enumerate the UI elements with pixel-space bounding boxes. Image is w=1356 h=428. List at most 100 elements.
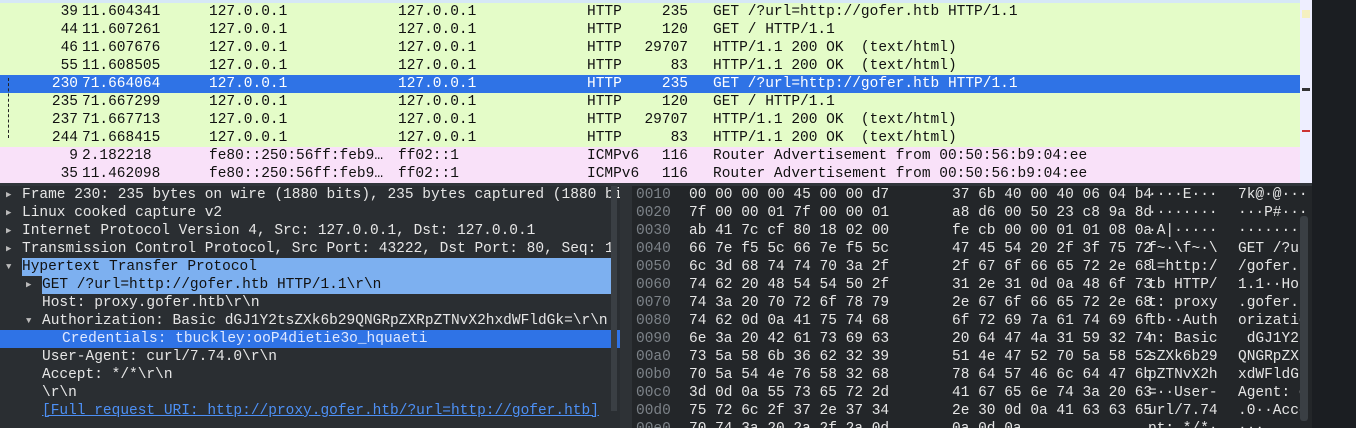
ascii-bytes: l=http:/ [1148,259,1218,275]
detail-tree-item[interactable]: ▶ Transmission Control Protocol, Src Port… [0,240,620,258]
hex-bytes: 78 64 57 46 6c 64 47 6b [952,367,1153,383]
ascii-bytes: Agent: c [1238,385,1308,401]
packet-number: 244 [51,130,78,146]
expanded-arrow-icon[interactable]: ▼ [26,312,31,330]
packet-time: 11.607261 [82,22,161,38]
hex-bytes: ab 41 7c cf 80 18 02 00 [689,223,890,239]
hex-offset: 00d0 [636,403,671,419]
packet-source: 127.0.0.1 [209,4,288,20]
hex-offset: 0010 [636,187,671,203]
hex-bytes: 74 3a 20 70 72 6f 78 79 [689,295,890,311]
detail-tree-item[interactable]: \r\n [0,384,620,402]
hex-bytes: 2e 30 0d 0a 41 63 63 65 [952,403,1153,419]
hex-row: 0010 00 00 00 00 45 00 00 d7 37 6b 40 00 4… [632,186,1312,204]
packet-protocol: HTTP [587,40,622,56]
hex-row: 0090 6e 3a 20 42 61 73 69 63 20 64 47 4a 3… [632,330,1312,348]
detail-text: GET /?url=http://gofer.htb HTTP/1.1\r\n [42,276,612,294]
ascii-bytes: xdWFldGk [1238,367,1308,383]
vertical-splitter[interactable] [620,186,632,428]
packet-row[interactable]: 46 11.607676 127.0.0.1 127.0.0.1 HTTP 29707 HT… [0,39,1300,57]
ascii-bytes: t: proxy [1148,295,1218,311]
detail-text: Credentials: tbuckley:ooP4dietie3o_hquae… [62,331,428,347]
hex-offset: 0040 [636,241,671,257]
hex-offset: 00b0 [636,367,671,383]
hex-row: 0030 ab 41 7c cf 80 18 02 00 fe cb 00 00 0… [632,222,1312,240]
hex-bytes: 73 5a 58 6b 36 62 32 39 [689,349,890,365]
hex-offset: 0060 [636,277,671,293]
hex-bytes: 47 45 54 20 2f 3f 75 72 [952,241,1153,257]
packet-number: 9 [69,148,78,164]
detail-tree-item[interactable]: ▶ Internet Protocol Version 4, Src: 127.0… [0,222,620,240]
collapsed-arrow-icon[interactable]: ▶ [6,186,11,204]
packet-destination: 127.0.0.1 [398,112,477,128]
packet-row[interactable]: 230 71.664064 127.0.0.1 127.0.0.1 HTTP 235 GET… [0,75,1300,93]
packet-row[interactable]: 9 2.182218 fe80::250:56ff:feb9… ff02::1 ICMP… [0,147,1300,165]
packet-destination: 127.0.0.1 [398,58,477,74]
hex-offset: 00c0 [636,385,671,401]
expanded-arrow-icon[interactable]: ▼ [6,258,11,276]
collapsed-arrow-icon[interactable]: ▶ [26,276,31,294]
ascii-bytes: GET /?ur [1238,241,1308,257]
detail-tree-item[interactable]: ▶ Linux cooked capture v2 [0,204,620,222]
hex-bytes: 70 5a 54 4e 76 58 32 68 [689,367,890,383]
detail-text: [Full request URI: http://proxy.gofer.ht… [42,403,599,419]
ascii-bytes: sZXk6b29 [1148,349,1218,365]
detail-tree-item[interactable]: [Full request URI: http://proxy.gofer.ht… [0,402,620,420]
packet-row[interactable]: 55 11.608505 127.0.0.1 127.0.0.1 HTTP 83 HTTP/… [0,57,1300,75]
packet-row[interactable]: 39 11.604341 127.0.0.1 127.0.0.1 HTTP 235 GET … [0,3,1300,21]
ascii-bytes: .0··Acce [1238,403,1308,419]
hex-offset: 0090 [636,331,671,347]
hex-row: 0070 74 3a 20 70 72 6f 78 79 2e 67 6f 66 6… [632,294,1312,312]
packet-destination: ff02::1 [398,166,459,182]
packet-row[interactable]: 244 71.668415 127.0.0.1 127.0.0.1 HTTP 83 HTTP… [0,129,1300,147]
detail-tree-item[interactable]: ▶ Frame 230: 235 bytes on wire (1880 bits… [0,186,620,204]
packet-info: GET /?url=http://gofer.htb HTTP/1.1 [713,76,1018,92]
details-scrollbar[interactable] [611,186,617,411]
detail-text: Hypertext Transfer Protocol [22,258,612,276]
ascii-bytes: ···P#··· [1238,205,1308,221]
packet-protocol: ICMPv6 [587,166,640,182]
detail-text: Internet Protocol Version 4, Src: 127.0.… [22,223,536,239]
hex-offset: 00e0 [636,420,671,428]
detail-tree-item[interactable]: ▼ Hypertext Transfer Protocol [0,258,620,276]
hex-row: 00a0 73 5a 58 6b 36 62 32 39 51 4e 47 52 7… [632,348,1312,366]
hex-bytes: 00 00 00 00 45 00 00 d7 [689,187,890,203]
packet-source: 127.0.0.1 [209,40,288,56]
detail-tree-item[interactable]: Credentials: tbuckley:ooP4dietie3o_hquae… [0,330,620,348]
packet-protocol: HTTP [587,58,622,74]
detail-tree-item[interactable]: ▶ GET /?url=http://gofer.htb HTTP/1.1\r\n [0,276,620,294]
packet-number: 35 [60,166,78,182]
detail-tree-item[interactable]: User-Agent: curl/7.74.0\r\n [0,348,620,366]
packet-row[interactable]: 237 71.667713 127.0.0.1 127.0.0.1 HTTP 29707 H… [0,111,1300,129]
ascii-bytes: /gofer.h [1238,259,1308,275]
packet-info: HTTP/1.1 200 OK (text/html) [713,58,957,74]
detail-tree-item[interactable]: Accept: */*\r\n [0,366,620,384]
ascii-bytes: pZTNvX2h [1148,367,1218,383]
packet-length: 29707 [644,112,688,128]
hex-bytes: 41 67 65 6e 74 3a 20 63 [952,385,1153,401]
detail-tree-item[interactable]: ▼ Authorization: Basic dGJ1Y2tsZXk6b29QNG… [0,312,620,330]
detail-text: Linux cooked capture v2 [22,205,223,221]
ascii-bytes: url/7.74 [1148,403,1218,419]
hex-bytes: 66 7e f5 5c 66 7e f5 5c [689,241,890,257]
collapsed-arrow-icon[interactable]: ▶ [6,204,11,222]
packet-row[interactable]: 35 11.462098 fe80::250:56ff:feb9… ff02::1 IC… [0,165,1300,183]
packet-row[interactable]: 44 11.607261 127.0.0.1 127.0.0.1 HTTP 120 GET … [0,21,1300,39]
packet-row[interactable]: 235 71.667299 127.0.0.1 127.0.0.1 HTTP 120 GET… [0,93,1300,111]
packet-length: 116 [661,166,688,182]
related-packet-marker [8,78,9,138]
packet-destination: 127.0.0.1 [398,94,477,110]
collapsed-arrow-icon[interactable]: ▶ [6,222,11,240]
hex-bytes: 31 2e 31 0d 0a 48 6f 73 [952,277,1153,293]
packet-time: 71.664064 [82,76,161,92]
packet-info: HTTP/1.1 200 OK (text/html) [713,40,957,56]
packet-list-scrollbar[interactable] [1300,0,1312,183]
packet-time: 11.604341 [82,4,161,20]
packet-number: 230 [51,76,78,92]
detail-text: \r\n [42,385,77,401]
packet-time: 11.607676 [82,40,161,56]
packet-time: 2.182218 [82,148,152,164]
bytes-scrollbar[interactable] [1300,216,1308,421]
detail-tree-item[interactable]: Host: proxy.gofer.htb\r\n [0,294,620,312]
collapsed-arrow-icon[interactable]: ▶ [6,240,11,258]
